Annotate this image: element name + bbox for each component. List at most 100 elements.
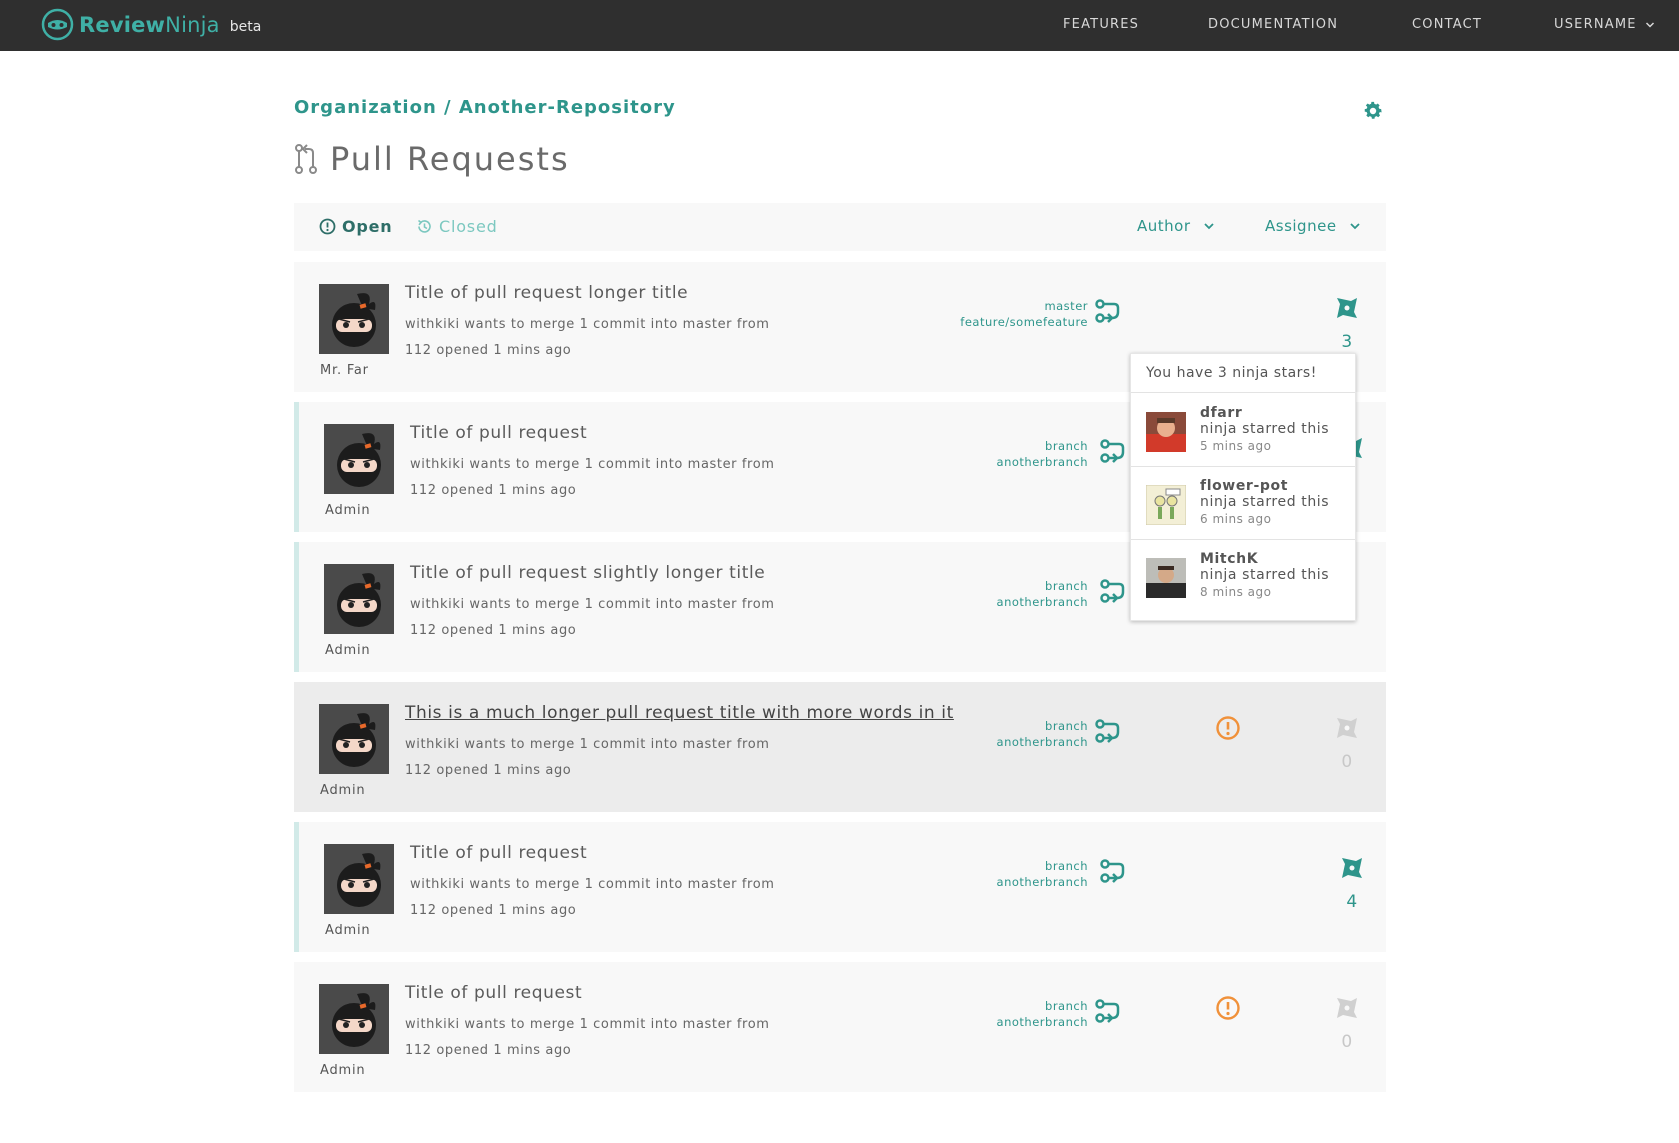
- head-branch[interactable]: anotherbranch: [997, 1014, 1088, 1030]
- pr-meta: 112 opened 1 mins ago: [410, 623, 577, 638]
- merge-branch-icon: [1100, 579, 1125, 603]
- avatar[interactable]: [324, 424, 394, 494]
- ninja-star-icon[interactable]: [1334, 995, 1360, 1021]
- base-branch[interactable]: branch: [997, 578, 1088, 594]
- pr-branches: branch anotherbranch: [997, 858, 1088, 890]
- pr-title[interactable]: Title of pull request: [405, 983, 582, 1003]
- nav-features[interactable]: FEATURES: [1063, 17, 1139, 32]
- avatar[interactable]: [324, 564, 394, 634]
- popover-user-name: MitchK: [1200, 551, 1259, 567]
- pr-title[interactable]: Title of pull request slightly longer ti…: [410, 563, 765, 583]
- chevron-down-icon: [1349, 223, 1360, 230]
- popover-action-text: ninja starred this: [1200, 421, 1330, 437]
- open-issue-icon: [319, 218, 336, 235]
- popover-list-item[interactable]: flower-pot ninja starred this 6 mins ago: [1131, 467, 1355, 540]
- star-count: 0: [1341, 1032, 1353, 1052]
- pr-meta: 112 opened 1 mins ago: [405, 343, 572, 358]
- popover-header: You have 3 ninja stars!: [1131, 354, 1355, 393]
- pull-request-row[interactable]: Admin Title of pull request withkiki wants…: [294, 962, 1386, 1092]
- avatar[interactable]: [319, 984, 389, 1054]
- merge-branch-icon: [1095, 719, 1120, 743]
- pull-request-row[interactable]: Admin Title of pull request withkiki wants…: [294, 822, 1386, 952]
- pr-description: withkiki wants to merge 1 commit into ma…: [410, 457, 775, 472]
- star-count: 0: [1341, 752, 1353, 772]
- logo-icon: [41, 8, 74, 41]
- pr-author[interactable]: Admin: [320, 1063, 365, 1078]
- ninja-avatar-icon: [319, 284, 389, 354]
- pr-branches: master feature/somefeature: [960, 298, 1088, 330]
- avatar: [1146, 412, 1186, 452]
- pr-author[interactable]: Mr. Far: [320, 363, 369, 378]
- pr-title[interactable]: Title of pull request: [410, 843, 587, 863]
- popover-list-item[interactable]: MitchK ninja starred this 8 mins ago: [1131, 540, 1355, 613]
- pr-branches: branch anotherbranch: [997, 578, 1088, 610]
- ninja-stars-popover: You have 3 ninja stars! dfarr ninja star…: [1130, 353, 1356, 621]
- beta-label: beta: [229, 18, 262, 35]
- popover-timestamp: 8 mins ago: [1200, 585, 1272, 599]
- popover-timestamp: 5 mins ago: [1200, 439, 1272, 453]
- nav-documentation[interactable]: DOCUMENTATION: [1208, 17, 1338, 32]
- warning-icon: [1216, 716, 1240, 740]
- filter-bar: Open Closed Author Assignee: [294, 203, 1386, 251]
- ninja-star-icon[interactable]: [1334, 715, 1360, 741]
- pull-request-icon: [295, 144, 317, 174]
- pr-description: withkiki wants to merge 1 commit into ma…: [405, 317, 770, 332]
- base-branch[interactable]: branch: [997, 438, 1088, 454]
- page-heading: Pull Requests: [330, 140, 570, 178]
- base-branch[interactable]: branch: [997, 858, 1088, 874]
- logo[interactable]: ReviewNinja beta: [41, 8, 261, 41]
- pr-title[interactable]: This is a much longer pull request title…: [405, 703, 954, 723]
- head-branch[interactable]: anotherbranch: [997, 874, 1088, 890]
- pr-author[interactable]: Admin: [325, 503, 370, 518]
- avatar: [1146, 485, 1186, 525]
- popover-list-item[interactable]: dfarr ninja starred this 5 mins ago: [1131, 394, 1355, 467]
- ninja-avatar-icon: [324, 564, 394, 634]
- logo-text: ReviewNinja: [79, 12, 220, 37]
- merge-branch-icon: [1100, 859, 1125, 883]
- chevron-down-icon: [1203, 223, 1214, 230]
- avatar[interactable]: [324, 844, 394, 914]
- tab-closed[interactable]: Closed: [416, 217, 498, 236]
- pr-meta: 112 opened 1 mins ago: [410, 483, 577, 498]
- author-dropdown[interactable]: Author: [1137, 217, 1215, 235]
- tab-open-label: Open: [342, 217, 393, 236]
- avatar[interactable]: [319, 704, 389, 774]
- pr-branches: branch anotherbranch: [997, 438, 1088, 470]
- tab-open[interactable]: Open: [319, 217, 393, 236]
- pull-request-row[interactable]: Admin This is a much longer pull request …: [294, 682, 1386, 812]
- closed-history-icon: [418, 219, 431, 233]
- avatar: [1146, 558, 1186, 598]
- breadcrumb[interactable]: Organization / Another-Repository: [294, 97, 676, 118]
- top-navigation-bar: ReviewNinja beta FEATURES DOCUMENTATION …: [0, 0, 1679, 51]
- head-branch[interactable]: anotherbranch: [997, 594, 1088, 610]
- popover-user-name: flower-pot: [1200, 478, 1288, 494]
- pr-description: withkiki wants to merge 1 commit into ma…: [405, 737, 770, 752]
- pr-author[interactable]: Admin: [325, 923, 370, 938]
- tab-closed-label: Closed: [439, 217, 498, 236]
- head-branch[interactable]: feature/somefeature: [960, 314, 1088, 330]
- ninja-star-icon[interactable]: [1334, 295, 1360, 321]
- merge-branch-icon: [1100, 439, 1125, 463]
- popover-action-text: ninja starred this: [1200, 567, 1330, 583]
- page-title: Pull Requests: [294, 140, 570, 178]
- chevron-down-icon: [1645, 21, 1654, 28]
- avatar[interactable]: [319, 284, 389, 354]
- nav-username-menu[interactable]: USERNAME: [1554, 17, 1655, 32]
- settings-gear-icon[interactable]: [1362, 100, 1384, 122]
- pr-title[interactable]: Title of pull request: [410, 423, 587, 443]
- author-dropdown-label: Author: [1137, 217, 1191, 235]
- pr-description: withkiki wants to merge 1 commit into ma…: [410, 877, 775, 892]
- pr-title[interactable]: Title of pull request longer title: [405, 283, 688, 303]
- ninja-avatar-icon: [319, 984, 389, 1054]
- pr-branches: branch anotherbranch: [997, 998, 1088, 1030]
- head-branch[interactable]: anotherbranch: [997, 454, 1088, 470]
- base-branch[interactable]: branch: [997, 998, 1088, 1014]
- pr-author[interactable]: Admin: [325, 643, 370, 658]
- base-branch[interactable]: master: [960, 298, 1088, 314]
- assignee-dropdown[interactable]: Assignee: [1265, 217, 1361, 235]
- nav-contact[interactable]: CONTACT: [1412, 17, 1482, 32]
- head-branch[interactable]: anotherbranch: [997, 734, 1088, 750]
- ninja-star-icon[interactable]: [1339, 855, 1365, 881]
- pr-author[interactable]: Admin: [320, 783, 365, 798]
- base-branch[interactable]: branch: [997, 718, 1088, 734]
